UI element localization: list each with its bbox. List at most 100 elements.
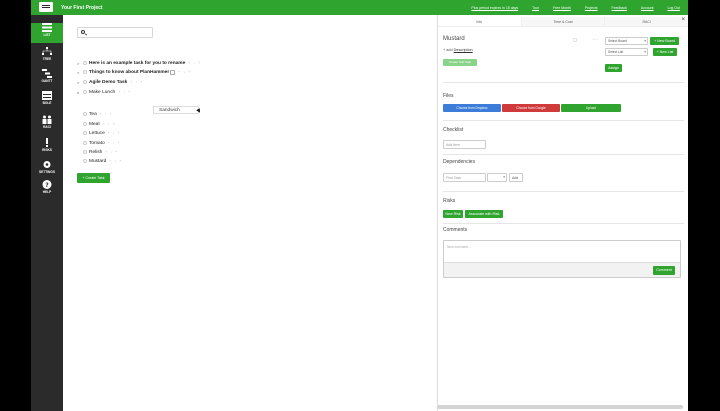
task-row[interactable]: Meat + ↓ + — [83, 120, 116, 128]
task-controls[interactable]: + ↓ + — [118, 90, 131, 94]
task-row[interactable]: > Here is an example task for you to ren… — [77, 59, 201, 67]
task-name[interactable]: Lettuce — [89, 131, 105, 136]
task-row[interactable]: > Things to know about PlanHammer + ↓ + — [77, 68, 191, 76]
task-checkbox[interactable] — [83, 122, 87, 126]
logout-link[interactable]: Log Out — [668, 6, 680, 10]
exclamation-icon — [42, 138, 52, 147]
tab-raci[interactable]: RACI — [605, 17, 688, 26]
task-controls[interactable]: + ↓ + — [108, 131, 121, 135]
feedback-link[interactable]: Feedback — [612, 6, 627, 10]
tab-time-cost[interactable]: Time & Cost — [521, 17, 606, 26]
search-input[interactable] — [77, 27, 153, 38]
divider — [443, 191, 684, 192]
rail-label: TREE — [42, 57, 52, 61]
task-controls[interactable]: + ↓ + — [130, 80, 143, 84]
task-edit-input[interactable]: Sandwich — [153, 106, 199, 114]
upload-button[interactable]: Upload — [561, 104, 621, 112]
task-controls[interactable]: + ↓ + — [109, 159, 122, 163]
task-row[interactable]: Tea + ↓ + — [83, 110, 113, 118]
rail-item-raci[interactable]: RACI — [31, 115, 63, 135]
task-name[interactable]: Tomato — [89, 141, 105, 146]
task-row[interactable]: Relish + ↓ + — [83, 148, 118, 156]
rail-item-gantt[interactable]: GANTT — [31, 69, 63, 89]
trial-link[interactable]: Plus period expires in 15 days — [471, 6, 518, 10]
task-name[interactable]: Things to know about PlanHammer — [89, 70, 169, 75]
account-link[interactable]: Account — [641, 6, 654, 10]
new-risk-button[interactable]: New Risk — [443, 210, 463, 218]
task-checkbox[interactable] — [83, 61, 87, 65]
list-select[interactable]: Select List — [605, 48, 648, 56]
rail-label: GANTT — [41, 79, 53, 83]
new-board-button[interactable]: + New Board — [650, 37, 679, 45]
google-button[interactable]: Choose from Google — [502, 104, 560, 112]
associate-risk-button[interactable]: Associate with Risk — [465, 210, 503, 218]
comment-button[interactable]: Comment — [653, 266, 675, 275]
task-checkbox[interactable] — [83, 70, 87, 74]
chevron-right-icon[interactable]: > — [77, 80, 79, 85]
task-row[interactable]: > Agile Demo Task + ↓ + — [77, 78, 143, 86]
task-controls[interactable]: + ↓ + — [100, 112, 113, 116]
board-select[interactable]: Select Board — [605, 37, 648, 45]
svg-text:?: ? — [45, 182, 49, 189]
task-controls[interactable]: + ↓ + — [188, 61, 201, 65]
comment-footer: Comment — [444, 262, 680, 277]
task-checkbox[interactable] — [83, 112, 87, 116]
task-checkbox[interactable] — [83, 141, 87, 145]
dependency-search-input[interactable]: Find Task — [443, 173, 486, 182]
task-name[interactable]: Relish — [89, 150, 102, 155]
task-controls[interactable]: + ↓ + — [178, 70, 191, 74]
rail-item-tree[interactable]: TREE — [31, 47, 63, 67]
tab-info[interactable]: Info — [438, 17, 522, 26]
tree-icon — [42, 47, 52, 56]
task-name[interactable]: Mustard — [89, 159, 106, 164]
task-row[interactable]: Tomato + ↓ + — [83, 139, 121, 147]
task-row[interactable]: v Make Lunch + ↓ + — [77, 88, 131, 96]
dropbox-button[interactable]: Choose from Dropbox — [443, 104, 501, 112]
rail-item-help[interactable]: ? HELP — [31, 180, 63, 200]
chevron-right-icon[interactable]: > — [77, 61, 79, 66]
rail-item-risks[interactable]: RISKS — [31, 138, 63, 158]
description-link[interactable]: Description — [454, 48, 473, 52]
projects-link[interactable]: Projects — [585, 6, 598, 10]
rail-item-list[interactable]: LIST — [31, 23, 63, 43]
gear-icon — [42, 160, 52, 169]
task-controls[interactable]: + ↓ + — [103, 122, 116, 126]
assign-button[interactable]: Assign — [605, 64, 622, 72]
free-month-link[interactable]: Free Month — [553, 6, 571, 10]
task-name[interactable]: Make Lunch — [89, 90, 115, 95]
tour-link[interactable]: Tour — [532, 6, 539, 10]
chevron-right-icon[interactable]: > — [77, 70, 79, 75]
horizontal-scrollbar[interactable] — [437, 405, 683, 409]
task-row[interactable]: Lettuce + ↓ + — [83, 129, 121, 137]
close-icon[interactable]: × — [681, 17, 685, 23]
task-checkbox[interactable] — [83, 150, 87, 154]
comment-textarea[interactable]: New comment... Comment — [443, 240, 681, 278]
task-title[interactable]: Mustard — [443, 36, 465, 42]
header-icons[interactable]: ▢ ⋯ — [573, 37, 604, 43]
project-title[interactable]: Your First Project — [61, 5, 103, 11]
task-name[interactable]: Meat — [89, 122, 100, 127]
dependency-add-button[interactable]: Add — [509, 173, 523, 182]
task-name[interactable]: Tea — [89, 112, 97, 117]
info-icon[interactable] — [170, 69, 176, 75]
task-checkbox[interactable] — [83, 131, 87, 135]
task-controls[interactable]: + ↓ + — [108, 141, 121, 145]
task-checkbox[interactable] — [83, 90, 87, 94]
task-controls[interactable]: + ↓ + — [105, 150, 118, 154]
create-task-button[interactable]: + Create Task — [77, 173, 110, 183]
create-subtask-button[interactable]: Create Sub Task — [443, 59, 477, 66]
app-logo[interactable] — [39, 2, 53, 12]
dependency-type-select[interactable] — [487, 173, 507, 182]
chevron-down-icon[interactable]: v — [77, 90, 79, 95]
task-name[interactable]: Agile Demo Task — [89, 80, 127, 85]
task-checkbox[interactable] — [83, 159, 87, 163]
task-row[interactable]: Mustard + ↓ + — [83, 157, 122, 165]
task-name[interactable]: Here is an example task for you to renam… — [89, 61, 185, 66]
divider — [443, 154, 684, 155]
new-list-button[interactable]: + New List — [653, 48, 677, 56]
checklist-input[interactable]: Add Item — [443, 140, 486, 149]
rail-item-settings[interactable]: SETTINGS — [31, 160, 63, 180]
rail-label: RISKS — [42, 148, 52, 152]
rail-item-board[interactable]: BOLE — [31, 91, 63, 111]
task-checkbox[interactable] — [83, 80, 87, 84]
